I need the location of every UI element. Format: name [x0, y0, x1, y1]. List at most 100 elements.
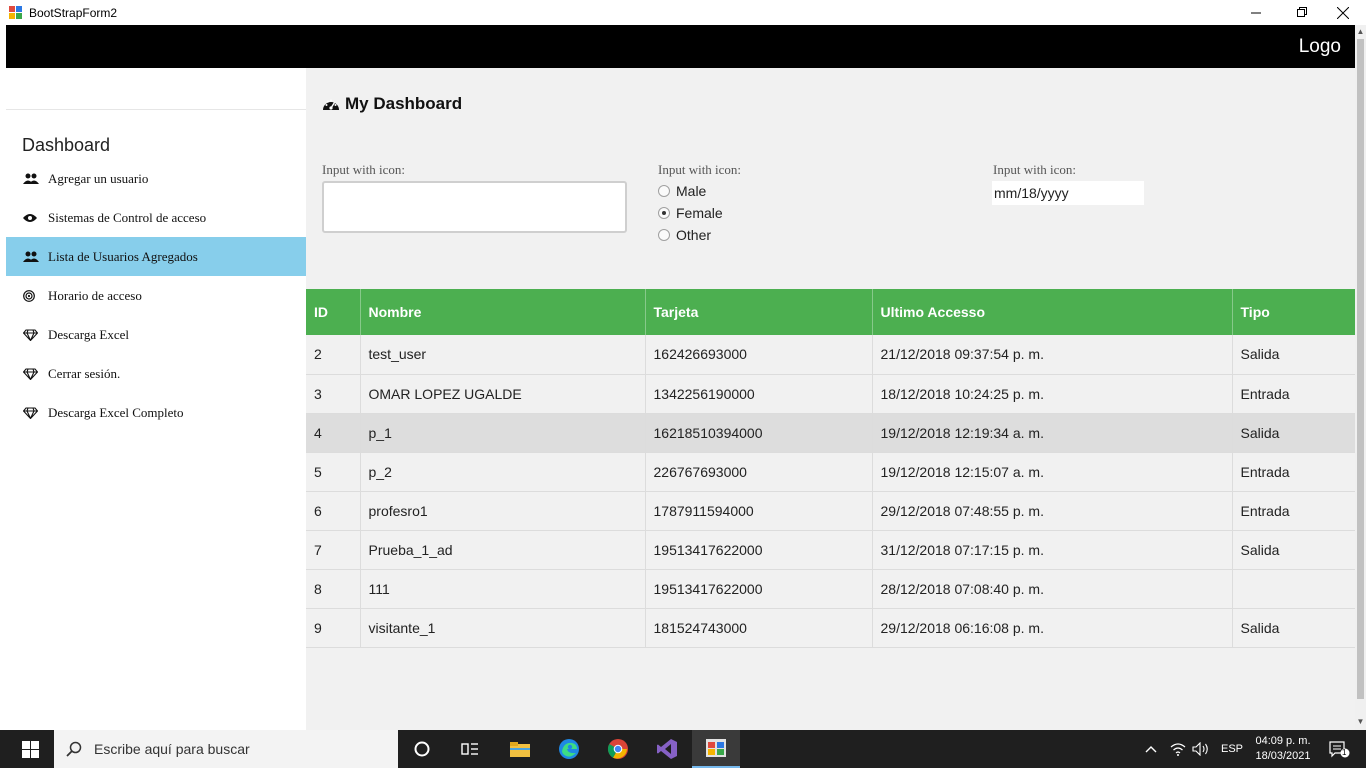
gender-radio-label: Input with icon:	[658, 162, 742, 177]
radio-circle-selected[interactable]	[658, 207, 670, 219]
minimize-button[interactable]	[1233, 0, 1279, 25]
table-row[interactable]: 5 p_2 226767693000 19/12/2018 12:15:07 a…	[306, 452, 1355, 492]
scroll-up-arrow-icon[interactable]: ▲	[1355, 25, 1366, 39]
dashboard-gauge-icon	[322, 97, 340, 112]
visual-studio-icon	[657, 739, 677, 759]
sidebar-item-label: Sistemas de Control de acceso	[48, 209, 207, 225]
sidebar-item-label: Cerrar sesión.	[48, 365, 121, 381]
action-center-button[interactable]: 1	[1328, 730, 1350, 768]
task-view-icon	[461, 743, 478, 755]
scroll-down-arrow-icon[interactable]: ▼	[1355, 715, 1366, 729]
text-input[interactable]	[322, 181, 627, 233]
app-icon	[9, 6, 22, 19]
table-row-highlighted[interactable]: 4 p_1 16218510394000 19/12/2018 12:19:34…	[306, 413, 1355, 453]
sidebar-item-label: Horario de acceso	[48, 287, 142, 303]
radio-female[interactable]: Female	[658, 205, 723, 221]
cell-tarjeta: 181524743000	[645, 608, 873, 648]
cell-tipo: Salida	[1232, 530, 1355, 570]
close-button[interactable]	[1320, 0, 1366, 25]
vertical-scrollbar[interactable]: ▲ ▼	[1355, 25, 1366, 730]
cell-tarjeta: 1787911594000	[645, 491, 873, 531]
sidebar-item-sistemas-control[interactable]: Sistemas de Control de acceso	[6, 198, 306, 237]
cell-tipo: Entrada	[1232, 374, 1355, 414]
column-header-id[interactable]: ID	[306, 289, 361, 335]
cell-tarjeta: 162426693000	[645, 335, 873, 375]
sidebar-divider	[6, 109, 306, 110]
windows-logo-icon	[21, 740, 39, 758]
restore-button[interactable]	[1279, 0, 1325, 25]
cell-tipo: Salida	[1232, 608, 1355, 648]
diamond-icon	[23, 328, 48, 341]
sidebar-heading: Dashboard	[22, 135, 111, 155]
column-header-ultimo-acceso[interactable]: Ultimo Accesso	[872, 289, 1233, 335]
taskbar-clock[interactable]: 04:09 p. m. 18/03/2021	[1248, 734, 1318, 764]
sidebar-item-label: Descarga Excel Completo	[48, 404, 184, 420]
cell-ultimo-acceso: 29/12/2018 06:16:08 p. m.	[872, 608, 1233, 648]
sidebar-item-lista-usuarios[interactable]: Lista de Usuarios Agregados	[6, 237, 306, 276]
table-row[interactable]: 6 profesro1 1787911594000 29/12/2018 07:…	[306, 491, 1355, 531]
table-row[interactable]: 8 111 19513417622000 28/12/2018 07:08:40…	[306, 569, 1355, 609]
cell-nombre: test_user	[360, 335, 646, 375]
column-header-tarjeta[interactable]: Tarjeta	[645, 289, 873, 335]
network-status[interactable]	[1170, 730, 1186, 768]
radio-other[interactable]: Other	[658, 227, 711, 243]
bootstrapform-app-button[interactable]	[692, 730, 740, 768]
chrome-browser-button[interactable]	[594, 730, 642, 768]
wifi-icon	[1170, 743, 1186, 756]
radio-circle[interactable]	[658, 229, 670, 241]
input-language[interactable]: ESP	[1221, 730, 1243, 768]
diamond-icon	[23, 406, 48, 419]
table-header-row: ID Nombre Tarjeta Ultimo Accesso Tipo	[306, 289, 1355, 335]
table-row[interactable]: 2 test_user 162426693000 21/12/2018 09:3…	[306, 335, 1355, 375]
sidebar-item-horario[interactable]: Horario de acceso	[6, 276, 306, 315]
sidebar-item-descarga-excel-completo[interactable]: Descarga Excel Completo	[6, 393, 306, 432]
column-header-tipo[interactable]: Tipo	[1232, 289, 1355, 335]
radio-male[interactable]: Male	[658, 183, 706, 199]
notification-icon	[1329, 741, 1350, 758]
page-title-text: My Dashboard	[345, 94, 463, 113]
taskbar-search[interactable]: Escribe aquí para buscar	[54, 730, 398, 768]
chrome-icon	[607, 739, 628, 759]
sidebar-item-cerrar-sesion[interactable]: Cerrar sesión.	[6, 354, 306, 393]
radio-male-label: Male	[676, 183, 707, 199]
cell-ultimo-acceso: 21/12/2018 09:37:54 p. m.	[872, 335, 1233, 375]
cell-tipo: Entrada	[1232, 491, 1355, 531]
edge-browser-button[interactable]	[545, 730, 593, 768]
cortana-button[interactable]	[398, 730, 446, 768]
show-hidden-icons-button[interactable]	[1145, 730, 1157, 768]
cell-tarjeta: 1342256190000	[645, 374, 873, 414]
window-title: BootStrapForm2	[29, 6, 118, 20]
chevron-up-icon	[1145, 746, 1157, 753]
eye-icon	[23, 213, 48, 223]
sidebar-item-agregar-usuario[interactable]: Agregar un usuario	[6, 159, 306, 198]
cell-nombre: 111	[360, 569, 646, 609]
top-navbar: Logo	[6, 25, 1355, 68]
cell-nombre: profesro1	[360, 491, 646, 531]
table-row[interactable]: 7 Prueba_1_ad 19513417622000 31/12/2018 …	[306, 530, 1355, 570]
scrollbar-thumb[interactable]	[1357, 39, 1364, 699]
page-title: My Dashboard	[322, 94, 462, 114]
cell-tipo: Salida	[1232, 335, 1355, 375]
file-explorer-button[interactable]	[496, 730, 544, 768]
start-button[interactable]	[6, 730, 54, 768]
date-input[interactable]: mm/18/yyyy	[992, 181, 1144, 205]
sidebar-item-descarga-excel[interactable]: Descarga Excel	[6, 315, 306, 354]
clock-time: 04:09 p. m.	[1255, 735, 1311, 747]
search-placeholder: Escribe aquí para buscar	[94, 741, 250, 757]
logo[interactable]: Logo	[1299, 36, 1341, 58]
column-header-nombre[interactable]: Nombre	[360, 289, 646, 335]
volume-control[interactable]	[1192, 730, 1210, 768]
radio-circle[interactable]	[658, 185, 670, 197]
cell-tarjeta: 19513417622000	[645, 569, 873, 609]
cell-id: 3	[306, 374, 361, 414]
radio-other-label: Other	[676, 227, 712, 243]
table-row[interactable]: 3 OMAR LOPEZ UGALDE 1342256190000 18/12/…	[306, 374, 1355, 414]
diamond-icon	[23, 367, 48, 380]
sidebar: Dashboard Agregar un usuario Sistemas de…	[6, 68, 306, 730]
edge-icon	[559, 739, 579, 759]
window-titlebar: BootStrapForm2	[0, 0, 1366, 25]
cell-id: 8	[306, 569, 361, 609]
visual-studio-button[interactable]	[643, 730, 691, 768]
task-view-button[interactable]	[446, 730, 494, 768]
table-row[interactable]: 9 visitante_1 181524743000 29/12/2018 06…	[306, 608, 1355, 648]
